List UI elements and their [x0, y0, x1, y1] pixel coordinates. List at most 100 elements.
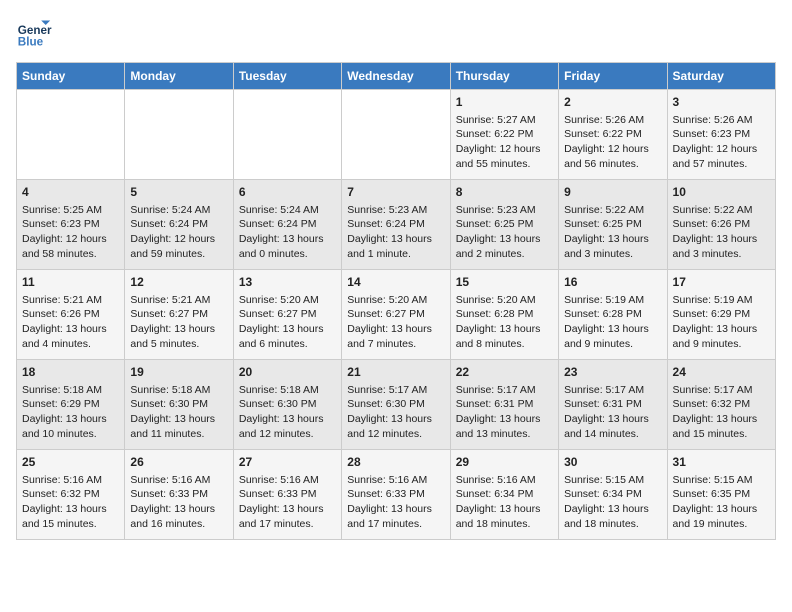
day-number: 8: [456, 184, 553, 201]
day-number: 18: [22, 364, 119, 381]
day-info: Sunset: 6:27 PM: [130, 307, 227, 322]
day-info: Sunrise: 5:19 AM: [564, 293, 661, 308]
day-cell: 12Sunrise: 5:21 AMSunset: 6:27 PMDayligh…: [125, 270, 233, 360]
day-info: Sunrise: 5:20 AM: [456, 293, 553, 308]
day-info: Sunrise: 5:24 AM: [130, 203, 227, 218]
day-cell: 1Sunrise: 5:27 AMSunset: 6:22 PMDaylight…: [450, 90, 558, 180]
day-info: Sunrise: 5:18 AM: [130, 383, 227, 398]
day-info: Sunset: 6:23 PM: [673, 127, 770, 142]
day-cell: 2Sunrise: 5:26 AMSunset: 6:22 PMDaylight…: [559, 90, 667, 180]
day-cell: [17, 90, 125, 180]
day-info: and 18 minutes.: [456, 517, 553, 532]
day-cell: 23Sunrise: 5:17 AMSunset: 6:31 PMDayligh…: [559, 360, 667, 450]
day-number: 26: [130, 454, 227, 471]
day-number: 1: [456, 94, 553, 111]
day-info: Sunset: 6:29 PM: [22, 397, 119, 412]
day-cell: 27Sunrise: 5:16 AMSunset: 6:33 PMDayligh…: [233, 450, 341, 540]
day-info: Daylight: 13 hours: [673, 322, 770, 337]
day-info: Sunset: 6:31 PM: [564, 397, 661, 412]
day-info: and 55 minutes.: [456, 157, 553, 172]
calendar-table: SundayMondayTuesdayWednesdayThursdayFrid…: [16, 62, 776, 540]
day-number: 25: [22, 454, 119, 471]
day-number: 28: [347, 454, 444, 471]
day-info: Daylight: 13 hours: [347, 232, 444, 247]
day-number: 24: [673, 364, 770, 381]
day-cell: 21Sunrise: 5:17 AMSunset: 6:30 PMDayligh…: [342, 360, 450, 450]
day-cell: 25Sunrise: 5:16 AMSunset: 6:32 PMDayligh…: [17, 450, 125, 540]
day-info: Sunset: 6:32 PM: [22, 487, 119, 502]
day-info: Sunset: 6:25 PM: [564, 217, 661, 232]
day-cell: 19Sunrise: 5:18 AMSunset: 6:30 PMDayligh…: [125, 360, 233, 450]
day-cell: 5Sunrise: 5:24 AMSunset: 6:24 PMDaylight…: [125, 180, 233, 270]
day-info: Daylight: 12 hours: [456, 142, 553, 157]
day-info: Daylight: 13 hours: [564, 322, 661, 337]
day-info: Daylight: 13 hours: [564, 502, 661, 517]
day-info: and 2 minutes.: [456, 247, 553, 262]
day-info: and 59 minutes.: [130, 247, 227, 262]
day-info: Daylight: 13 hours: [347, 412, 444, 427]
day-info: Sunrise: 5:16 AM: [22, 473, 119, 488]
day-cell: 13Sunrise: 5:20 AMSunset: 6:27 PMDayligh…: [233, 270, 341, 360]
day-number: 10: [673, 184, 770, 201]
day-info: and 9 minutes.: [564, 337, 661, 352]
day-info: Sunrise: 5:22 AM: [673, 203, 770, 218]
day-cell: 18Sunrise: 5:18 AMSunset: 6:29 PMDayligh…: [17, 360, 125, 450]
weekday-header-thursday: Thursday: [450, 63, 558, 90]
day-number: 15: [456, 274, 553, 291]
day-info: Sunrise: 5:22 AM: [564, 203, 661, 218]
day-info: Daylight: 13 hours: [673, 502, 770, 517]
svg-text:Blue: Blue: [18, 36, 44, 49]
day-info: and 16 minutes.: [130, 517, 227, 532]
day-info: Sunrise: 5:23 AM: [347, 203, 444, 218]
day-number: 27: [239, 454, 336, 471]
day-info: Sunset: 6:29 PM: [673, 307, 770, 322]
week-row-3: 11 Sunrise: 5:21 AM Sunset: 6:26 PM Dayligh…: [17, 270, 776, 360]
day-info: and 6 minutes.: [239, 337, 336, 352]
day-info: Sunrise: 5:21 AM: [130, 293, 227, 308]
day-cell: 22Sunrise: 5:17 AMSunset: 6:31 PMDayligh…: [450, 360, 558, 450]
day-info: Daylight: 13 hours: [673, 232, 770, 247]
day-cell: [233, 90, 341, 180]
day-info: Sunset: 6:34 PM: [564, 487, 661, 502]
day-info: Daylight: 13 hours: [564, 232, 661, 247]
day-cell: 15Sunrise: 5:20 AMSunset: 6:28 PMDayligh…: [450, 270, 558, 360]
day-info: and 17 minutes.: [239, 517, 336, 532]
day-number: 17: [673, 274, 770, 291]
day-info: Daylight: 12 hours: [130, 232, 227, 247]
weekday-header-tuesday: Tuesday: [233, 63, 341, 90]
day-number: 6: [239, 184, 336, 201]
day-cell: 10Sunrise: 5:22 AMSunset: 6:26 PMDayligh…: [667, 180, 775, 270]
day-info: Sunset: 6:24 PM: [347, 217, 444, 232]
day-info: Sunset: 6:27 PM: [239, 307, 336, 322]
day-info: Sunset: 6:25 PM: [456, 217, 553, 232]
day-info: Daylight: 12 hours: [673, 142, 770, 157]
day-info: and 18 minutes.: [564, 517, 661, 532]
day-info: Sunrise: 5:23 AM: [456, 203, 553, 218]
day-info: Sunrise: 5:17 AM: [347, 383, 444, 398]
day-cell: 28Sunrise: 5:16 AMSunset: 6:33 PMDayligh…: [342, 450, 450, 540]
day-info: Daylight: 13 hours: [673, 412, 770, 427]
day-info: and 7 minutes.: [347, 337, 444, 352]
day-info: and 13 minutes.: [456, 427, 553, 442]
weekday-header-row: SundayMondayTuesdayWednesdayThursdayFrid…: [17, 63, 776, 90]
weekday-header-friday: Friday: [559, 63, 667, 90]
day-info: Daylight: 12 hours: [564, 142, 661, 157]
day-info: Sunset: 6:27 PM: [347, 307, 444, 322]
day-info: Daylight: 13 hours: [239, 502, 336, 517]
day-info: Sunset: 6:26 PM: [22, 307, 119, 322]
day-number: 29: [456, 454, 553, 471]
day-number: 5: [130, 184, 227, 201]
day-cell: 9Sunrise: 5:22 AMSunset: 6:25 PMDaylight…: [559, 180, 667, 270]
day-info: Daylight: 13 hours: [239, 322, 336, 337]
day-info: Sunset: 6:28 PM: [564, 307, 661, 322]
day-info: Sunset: 6:33 PM: [130, 487, 227, 502]
day-info: and 10 minutes.: [22, 427, 119, 442]
day-info: Sunset: 6:33 PM: [347, 487, 444, 502]
day-cell: 29Sunrise: 5:16 AMSunset: 6:34 PMDayligh…: [450, 450, 558, 540]
logo: General Blue: [16, 16, 52, 52]
day-cell: 17Sunrise: 5:19 AMSunset: 6:29 PMDayligh…: [667, 270, 775, 360]
page-header: General Blue: [16, 16, 776, 52]
day-info: and 19 minutes.: [673, 517, 770, 532]
day-number: 11: [22, 274, 119, 291]
day-info: Daylight: 13 hours: [456, 232, 553, 247]
